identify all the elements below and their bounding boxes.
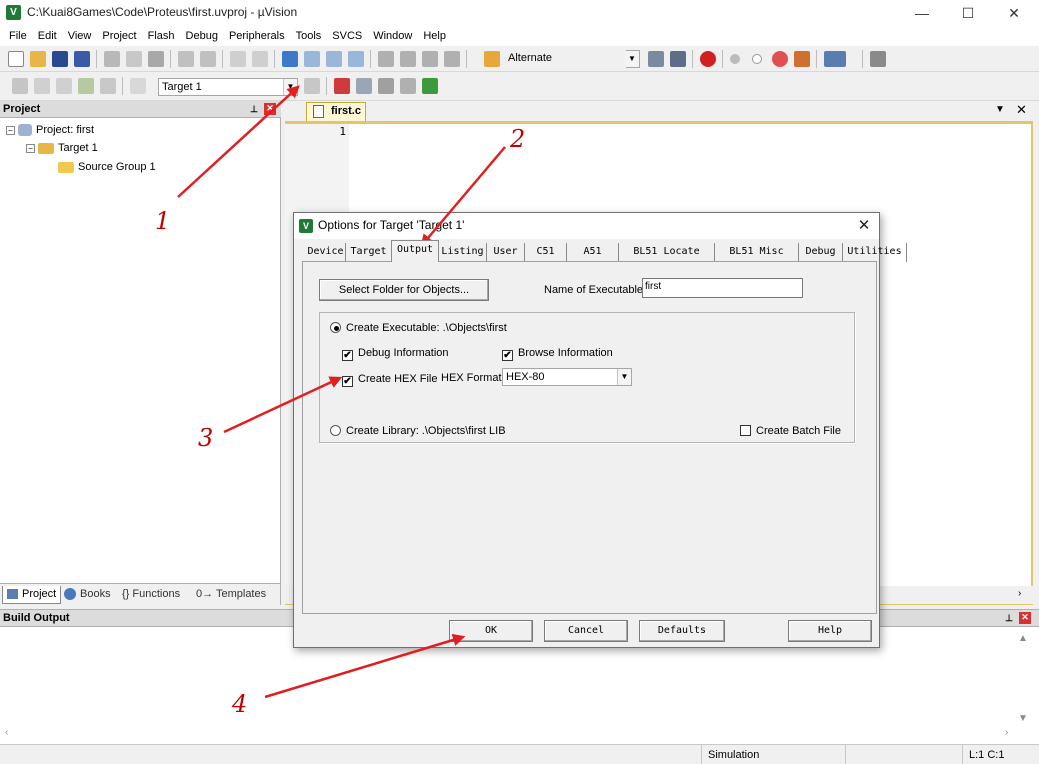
- annotation-arrows: [177, 85, 506, 699]
- annotation-3: 3: [198, 424, 214, 452]
- arrow-to-target-options: [177, 85, 300, 198]
- arrow-to-hex-checkbox: [223, 376, 343, 434]
- annotation-4: 4: [232, 690, 248, 718]
- annotation-1: 1: [155, 207, 171, 235]
- tab-output[interactable]: Output: [391, 240, 439, 262]
- arrow-to-ok-button: [264, 633, 466, 699]
- annotation-2: 2: [510, 125, 526, 153]
- arrow-to-output-tab: [420, 146, 506, 247]
